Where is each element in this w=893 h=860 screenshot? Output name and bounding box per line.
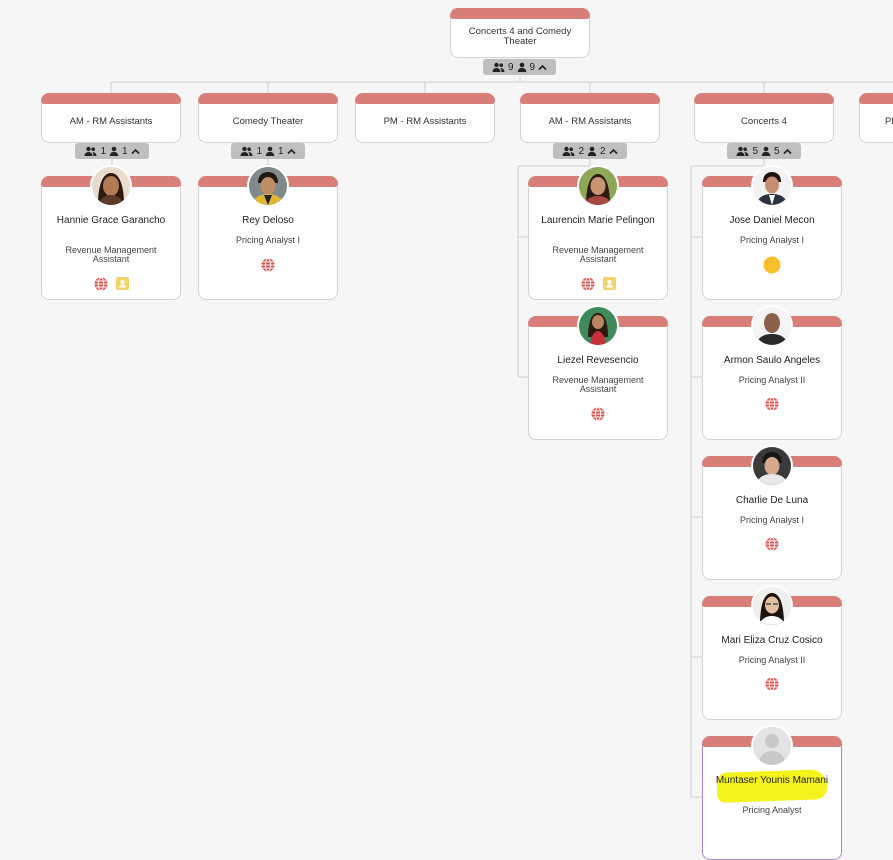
employee-name: Liezel Revesencio	[557, 355, 639, 366]
department-stats-toggle[interactable]: 2 2	[553, 143, 627, 159]
employee-name: Jose Daniel Mecon	[729, 215, 815, 226]
employee-role: Revenue Management Assistant	[552, 375, 644, 394]
direct-count: 1	[122, 145, 128, 157]
avatar	[247, 165, 289, 207]
avatar	[751, 165, 793, 207]
employee-card[interactable]: Rey Deloso Pricing Analyst I	[198, 165, 338, 300]
globe-icon[interactable]	[765, 677, 779, 696]
total-count: 5	[752, 145, 758, 157]
team-icon	[562, 146, 575, 156]
employee-card[interactable]: Armon Saulo Angeles Pricing Analyst II	[702, 305, 842, 440]
employee-name: Armon Saulo Angeles	[723, 355, 821, 366]
employee-role: Pricing Analyst I	[235, 235, 301, 245]
globe-icon[interactable]	[261, 258, 275, 277]
contact-card-icon[interactable]	[115, 277, 129, 296]
employee-card[interactable]: Laurencin Marie Pelingon Revenue Managem…	[528, 165, 668, 300]
employee-name: Mari Eliza Cruz Cosico	[721, 635, 823, 646]
department-title: Comedy Theater	[232, 115, 304, 127]
contact-card-icon[interactable]	[602, 277, 616, 296]
globe-icon[interactable]	[94, 277, 108, 296]
root-department-node[interactable]: Concerts 4 and Comedy Theater	[450, 8, 590, 58]
avatar	[90, 165, 132, 207]
employee-role: Pricing Analyst I	[739, 235, 805, 245]
department-title: PM - RM Assistants	[383, 115, 467, 127]
total-count: 1	[256, 145, 262, 157]
department-stats-toggle[interactable]: 5 5	[727, 143, 801, 159]
employee-role: Pricing Analyst	[742, 805, 802, 815]
department-node[interactable]: Concerts 4	[694, 93, 834, 143]
globe-icon[interactable]	[765, 537, 779, 556]
department-node[interactable]: Comedy Theater	[198, 93, 338, 143]
department-stats-toggle[interactable]: 1 1	[75, 143, 149, 159]
person-icon	[761, 146, 771, 156]
direct-count: 2	[600, 145, 606, 157]
department-title: Pl	[885, 115, 893, 127]
department-title: AM - RM Assistants	[548, 115, 632, 127]
avatar	[751, 585, 793, 627]
chevron-up-icon	[782, 148, 792, 155]
globe-icon[interactable]	[591, 407, 605, 426]
employee-name: Laurencin Marie Pelingon	[541, 215, 655, 226]
avatar	[751, 445, 793, 487]
employee-card[interactable]: Mari Eliza Cruz Cosico Pricing Analyst I…	[702, 585, 842, 720]
avatar	[577, 305, 619, 347]
avatar-placeholder	[751, 725, 793, 767]
employee-card-selected[interactable]: Muntaser Younis Mamani Pricing Analyst	[702, 725, 842, 860]
chevron-up-icon	[608, 148, 618, 155]
employee-card[interactable]: Charlie De Luna Pricing Analyst I	[702, 445, 842, 580]
person-icon	[517, 62, 527, 72]
total-count: 2	[578, 145, 584, 157]
team-icon	[240, 146, 253, 156]
employee-name: Hannie Grace Garancho	[56, 215, 166, 226]
employee-role: Revenue Management Assistant	[552, 245, 644, 264]
direct-count: 5	[774, 145, 780, 157]
team-icon	[84, 146, 97, 156]
person-icon	[587, 146, 597, 156]
avatar	[751, 305, 793, 347]
department-title: AM - RM Assistants	[69, 115, 153, 127]
chevron-up-icon	[538, 64, 547, 71]
direct-count: 1	[278, 145, 284, 157]
employee-card[interactable]: Liezel Revesencio Revenue Management Ass…	[528, 305, 668, 440]
person-icon	[265, 146, 275, 156]
department-stats-toggle[interactable]: 1 1	[231, 143, 305, 159]
chevron-up-icon	[130, 148, 140, 155]
team-icon	[736, 146, 749, 156]
root-department-title: Concerts 4 and Comedy Theater	[468, 25, 572, 47]
root-direct-count: 9	[529, 61, 536, 73]
employee-role: Revenue Management Assistant	[65, 245, 157, 264]
avatar	[577, 165, 619, 207]
employee-name: Rey Deloso	[242, 215, 294, 226]
employee-role: Pricing Analyst I	[739, 515, 805, 525]
root-stats-toggle[interactable]: 9 9	[483, 59, 556, 75]
employee-card[interactable]: Hannie Grace Garancho Revenue Management…	[41, 165, 181, 300]
globe-icon[interactable]	[581, 277, 595, 296]
status-dot-icon	[763, 256, 781, 279]
department-node[interactable]: PM - RM Assistants	[355, 93, 495, 143]
department-title: Concerts 4	[741, 115, 787, 127]
employee-name: Muntaser Younis Mamani	[715, 775, 829, 786]
root-total-count: 9	[507, 61, 514, 73]
team-icon	[492, 62, 505, 72]
employee-card[interactable]: Jose Daniel Mecon Pricing Analyst I	[702, 165, 842, 300]
globe-icon[interactable]	[765, 397, 779, 416]
employee-role: Pricing Analyst II	[738, 375, 806, 385]
person-icon	[109, 146, 119, 156]
department-node[interactable]: AM - RM Assistants	[41, 93, 181, 143]
total-count: 1	[100, 145, 106, 157]
department-node[interactable]: Pl	[859, 93, 893, 143]
employee-name: Charlie De Luna	[735, 495, 809, 506]
department-node[interactable]: AM - RM Assistants	[520, 93, 660, 143]
employee-role: Pricing Analyst II	[738, 655, 806, 665]
chevron-up-icon	[286, 148, 296, 155]
